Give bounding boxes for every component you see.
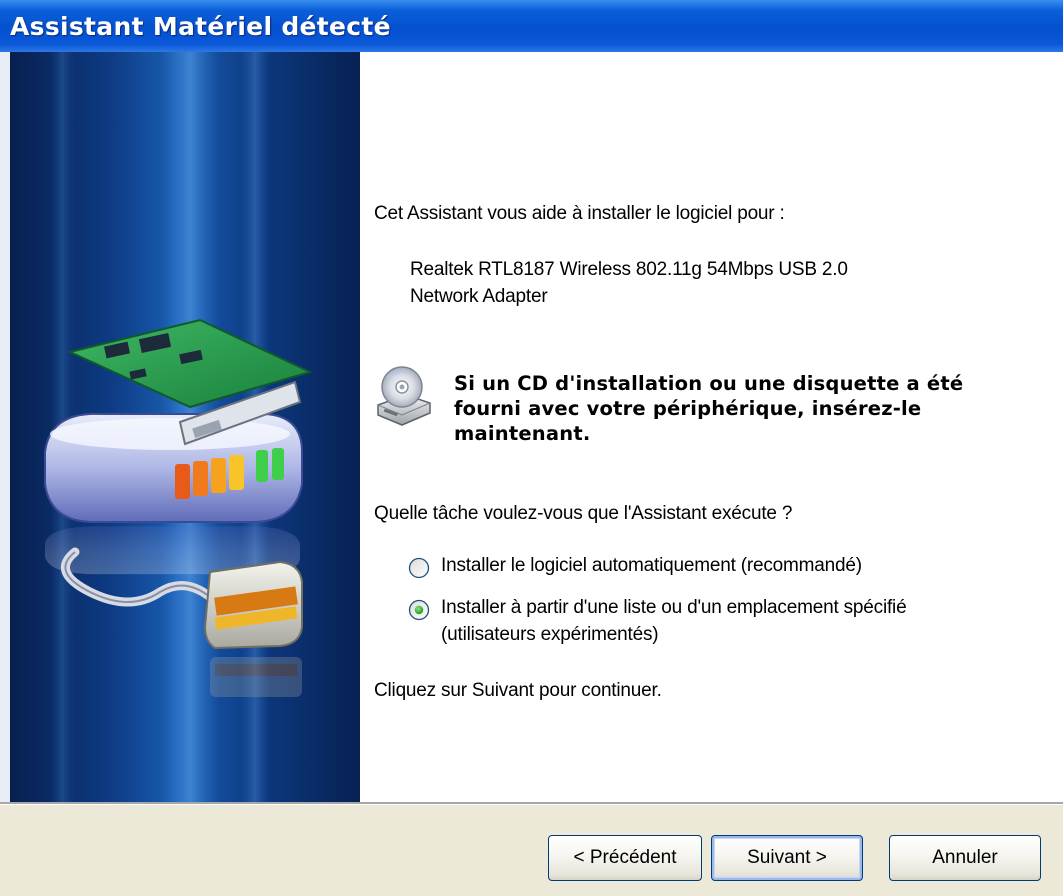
title-bar[interactable]: Assistant Matériel détecté bbox=[0, 0, 1063, 52]
next-button[interactable]: Suivant > bbox=[711, 835, 863, 881]
continue-hint: Cliquez sur Suivant pour continuer. bbox=[374, 680, 662, 701]
radio-unselected-icon[interactable] bbox=[408, 557, 430, 579]
option-install-from-list-label[interactable]: Installer à partir d'une liste ou d'un e… bbox=[441, 597, 907, 619]
install-media-notice-line-2: fourni avec votre périphérique, insérez-… bbox=[454, 397, 922, 420]
install-media-notice-line-3: maintenant. bbox=[454, 422, 591, 445]
radio-selected-icon[interactable] bbox=[408, 599, 430, 621]
intro-text: Cet Assistant vous aide à installer le l… bbox=[374, 203, 785, 224]
left-edge bbox=[0, 52, 10, 804]
window-title: Assistant Matériel détecté bbox=[10, 12, 391, 41]
install-media-notice-line-1: Si un CD d'installation ou une disquette… bbox=[454, 372, 964, 395]
task-question: Quelle tâche voulez-vous que l'Assistant… bbox=[374, 503, 793, 524]
option-install-automatically[interactable]: Installer le logiciel automatiquement (r… bbox=[408, 555, 1028, 581]
wizard-window: Assistant Matériel détecté Cet Assistant… bbox=[0, 0, 1063, 896]
wizard-content: Cet Assistant vous aide à installer le l… bbox=[360, 52, 1063, 802]
hardware-illustration-icon bbox=[44, 52, 313, 804]
back-button[interactable]: < Précédent bbox=[548, 835, 702, 881]
cd-drive-icon bbox=[377, 366, 431, 426]
option-install-from-list-label-line-2[interactable]: (utilisateurs expérimentés) bbox=[441, 624, 659, 646]
wizard-banner-image bbox=[10, 52, 360, 804]
option-install-automatically-label[interactable]: Installer le logiciel automatiquement (r… bbox=[441, 555, 862, 577]
option-install-from-list[interactable]: Installer à partir d'une liste ou d'un e… bbox=[408, 597, 1028, 623]
device-name-line-2: Network Adapter bbox=[410, 286, 548, 307]
cancel-button[interactable]: Annuler bbox=[889, 835, 1041, 881]
device-name-line-1: Realtek RTL8187 Wireless 802.11g 54Mbps … bbox=[410, 259, 848, 280]
